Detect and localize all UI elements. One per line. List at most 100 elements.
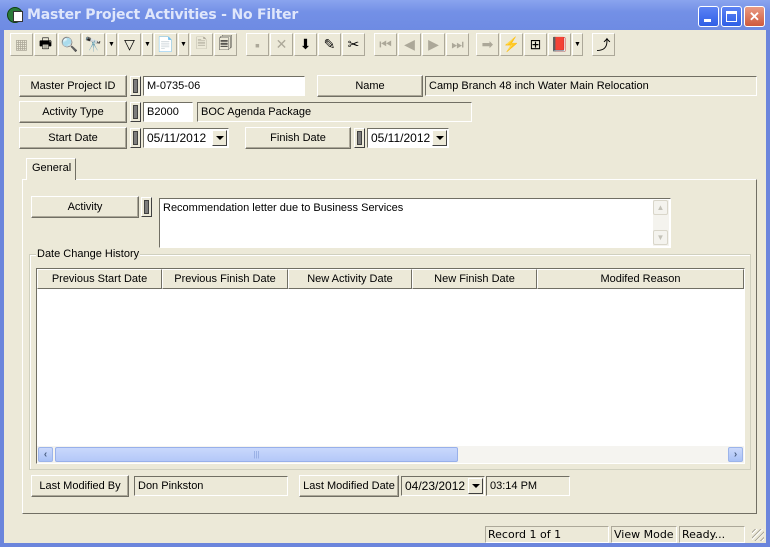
- column-header-previous-finish-date[interactable]: Previous Finish Date: [162, 269, 288, 289]
- next-record-icon: ▶: [428, 36, 439, 52]
- exit-button[interactable]: ⤴: [592, 33, 615, 56]
- last-record-button[interactable]: ⏭: [446, 33, 469, 56]
- window-title: Master Project Activities - No Filter: [27, 7, 299, 23]
- last-modified-time-field: 03:14 PM: [486, 476, 570, 496]
- minimize-button[interactable]: [698, 6, 719, 27]
- find-icon: 🔭: [84, 36, 103, 52]
- chevron-down-icon: ▼: [108, 41, 115, 48]
- cut-button[interactable]: ✂: [342, 33, 365, 56]
- finish-date-button[interactable]: Finish Date: [245, 127, 351, 149]
- scroll-up-icon[interactable]: ▲: [653, 200, 668, 215]
- properties-button[interactable]: 🗎: [190, 33, 213, 56]
- start-date-value: 05/11/2012: [147, 131, 207, 145]
- master-project-id-field[interactable]: M-0735-06: [143, 76, 305, 96]
- chevron-down-icon: ▼: [574, 41, 581, 48]
- title-bar[interactable]: Master Project Activities - No Filter ✕: [0, 0, 770, 30]
- status-record: Record 1 of 1: [485, 526, 609, 543]
- start-date-picker[interactable]: 05/11/2012: [143, 128, 229, 148]
- master-project-activities-window: Master Project Activities - No Filter ✕ …: [0, 0, 770, 547]
- print-icon: 🖶: [38, 34, 53, 51]
- lock-icon[interactable]: [130, 102, 141, 122]
- resize-grip[interactable]: [752, 529, 764, 541]
- report-button[interactable]: 📄: [154, 33, 177, 56]
- hierarchy-icon: ⊞: [529, 36, 542, 52]
- column-header-previous-start-date[interactable]: Previous Start Date: [37, 269, 162, 289]
- export-button[interactable]: 🗐: [214, 33, 237, 56]
- edit-icon: ✎: [323, 36, 336, 52]
- column-header-new-finish-date[interactable]: New Finish Date: [412, 269, 537, 289]
- next-record-button[interactable]: ▶: [422, 33, 445, 56]
- cut-icon: ✂: [347, 36, 360, 52]
- name-button[interactable]: Name: [317, 75, 423, 97]
- goto-icon: ➡: [481, 36, 494, 52]
- horizontal-scrollbar[interactable]: ‹ ||| ›: [37, 446, 744, 463]
- chevron-down-icon[interactable]: [212, 130, 227, 146]
- activity-type-code-field[interactable]: B2000: [143, 102, 193, 122]
- vertical-scrollbar[interactable]: ▲ ▼: [653, 200, 669, 246]
- select-all-button[interactable]: ▦: [10, 33, 33, 56]
- first-record-button[interactable]: ⏮: [374, 33, 397, 56]
- lightning-button[interactable]: ⚡: [500, 33, 523, 56]
- previous-record-button[interactable]: ◀: [398, 33, 421, 56]
- chevron-down-icon[interactable]: [468, 478, 483, 494]
- find-button[interactable]: 🔭: [82, 33, 105, 56]
- edit-button[interactable]: ✎: [318, 33, 341, 56]
- name-field[interactable]: Camp Branch 48 inch Water Main Relocatio…: [425, 76, 757, 96]
- scrollbar-thumb[interactable]: |||: [55, 447, 458, 462]
- last-modified-date-button[interactable]: Last Modified Date: [299, 475, 399, 497]
- close-button[interactable]: ✕: [744, 6, 765, 27]
- tab-general[interactable]: General: [26, 158, 76, 180]
- delete-button[interactable]: ✕: [270, 33, 293, 56]
- hierarchy-button[interactable]: ⊞: [524, 33, 547, 56]
- date-change-history-title: Date Change History: [36, 248, 141, 260]
- column-header-new-activity-date[interactable]: New Activity Date: [288, 269, 412, 289]
- save-icon: ▪: [255, 36, 260, 53]
- status-state: Ready...: [679, 526, 745, 543]
- add-record-button[interactable]: ⬇: [294, 33, 317, 56]
- finish-date-picker[interactable]: 05/11/2012: [367, 128, 449, 148]
- scroll-down-icon[interactable]: ▼: [653, 230, 668, 245]
- activity-type-button[interactable]: Activity Type: [19, 101, 127, 123]
- lock-icon[interactable]: [141, 197, 152, 217]
- date-change-history-grid[interactable]: Previous Start Date Previous Finish Date…: [36, 268, 745, 464]
- chevron-down-icon: ▼: [180, 41, 187, 48]
- activity-type-description: BOC Agenda Package: [197, 102, 472, 122]
- activity-button[interactable]: Activity: [31, 196, 139, 218]
- report-icon: 📄: [156, 36, 175, 52]
- column-header-modified-reason[interactable]: Modifed Reason: [537, 269, 744, 289]
- add-record-icon: ⬇: [299, 36, 312, 52]
- lock-icon[interactable]: [130, 76, 141, 96]
- last-modified-date-picker[interactable]: 04/23/2012: [401, 476, 485, 496]
- print-preview-button[interactable]: 🔍: [58, 33, 81, 56]
- save-button[interactable]: ▪: [246, 33, 269, 56]
- scroll-right-icon[interactable]: ›: [728, 447, 743, 462]
- lock-icon[interactable]: [354, 128, 365, 148]
- status-bar: Record 1 of 1 View Mode Ready...: [4, 524, 766, 543]
- activity-text: Recommendation letter due to Business Se…: [163, 202, 404, 214]
- help-book-button[interactable]: 📕: [548, 33, 571, 56]
- filter-dropdown[interactable]: ▼: [142, 33, 153, 56]
- help-book-icon: 📕: [550, 36, 569, 52]
- lock-icon[interactable]: [130, 128, 141, 148]
- start-date-button[interactable]: Start Date: [19, 127, 127, 149]
- report-dropdown[interactable]: ▼: [178, 33, 189, 56]
- find-dropdown[interactable]: ▼: [106, 33, 117, 56]
- app-icon: [7, 7, 23, 23]
- print-button[interactable]: 🖶: [34, 33, 57, 56]
- chevron-down-icon: ▼: [144, 41, 151, 48]
- last-record-icon: ⏭: [451, 36, 464, 52]
- first-record-icon: ⏮: [379, 36, 392, 52]
- scroll-left-icon[interactable]: ‹: [38, 447, 53, 462]
- master-project-id-button[interactable]: Master Project ID: [19, 75, 127, 97]
- last-modified-by-button[interactable]: Last Modified By: [31, 475, 129, 497]
- properties-icon: 🗎: [195, 34, 208, 51]
- previous-record-icon: ◀: [404, 36, 415, 52]
- help-book-dropdown[interactable]: ▼: [572, 33, 583, 56]
- activity-textarea[interactable]: Recommendation letter due to Business Se…: [159, 198, 671, 248]
- filter-button[interactable]: ▽: [118, 33, 141, 56]
- chevron-down-icon[interactable]: [432, 130, 447, 146]
- goto-button[interactable]: ➡: [476, 33, 499, 56]
- maximize-button[interactable]: [721, 6, 742, 27]
- print-preview-icon: 🔍: [60, 36, 79, 52]
- filter-icon: ▽: [124, 36, 135, 52]
